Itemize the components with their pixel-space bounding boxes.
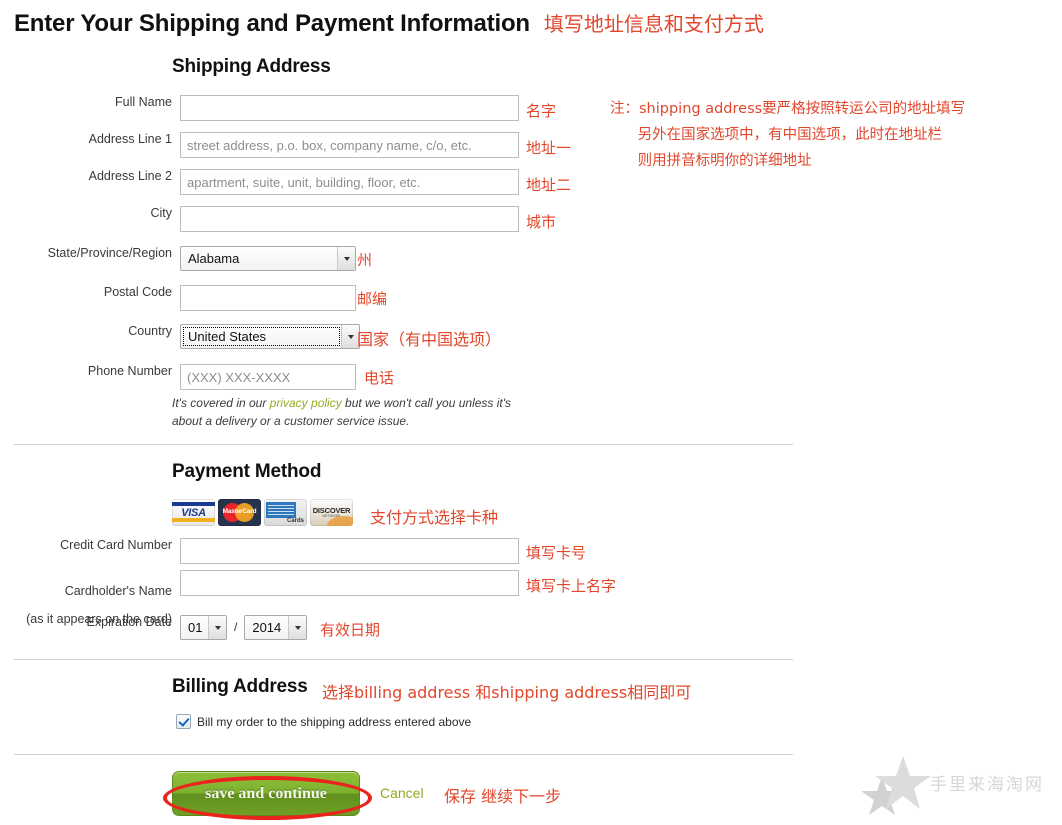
country-annotation: 国家（有中国选项） [357, 330, 502, 349]
privacy-help-text: It's covered in our privacy policy but w… [172, 394, 532, 430]
page-title-annotation: 填写地址信息和支付方式 [543, 12, 764, 36]
form-row-state: State/Province/Region Alabama [14, 246, 356, 271]
city-annotation: 城市 [526, 213, 557, 231]
address-line-1-annotation: 地址一 [526, 139, 572, 157]
address-line-1-input[interactable] [180, 132, 519, 158]
form-row-phone: Phone Number [14, 364, 356, 390]
accepted-cards: VISA MasterCard Cards DISCOVER NETWORK [172, 499, 353, 526]
postal-code-input[interactable] [180, 285, 356, 311]
expiration-date-label: Expiration Date [86, 615, 172, 629]
chevron-down-icon [337, 247, 355, 270]
section-divider-payment [14, 659, 793, 660]
form-row-city: City [14, 206, 519, 232]
section-divider-shipping [14, 444, 793, 445]
footer-annotation: 保存 继续下一步 [444, 787, 562, 806]
address-line-1-label: Address Line 1 [88, 132, 172, 146]
expiration-date-annotation: 有效日期 [320, 621, 381, 639]
country-select[interactable]: United States [180, 324, 360, 349]
phone-number-annotation: 电话 [364, 369, 395, 387]
card-number-annotation: 填写卡号 [526, 544, 587, 562]
postal-code-label: Postal Code [103, 285, 172, 299]
expiration-year-value: 2014 [252, 620, 282, 635]
cardholder-name-input[interactable] [180, 570, 519, 596]
page-title: Enter Your Shipping and Payment Informat… [14, 10, 530, 37]
mastercard-card-icon: MasterCard [218, 499, 261, 526]
chevron-down-icon [208, 616, 226, 639]
address-line-2-input[interactable] [180, 169, 519, 195]
billing-same-as-shipping-label: Bill my order to the shipping address en… [197, 714, 472, 729]
full-name-input[interactable] [180, 95, 519, 121]
privacy-policy-link[interactable]: privacy policy [270, 396, 342, 410]
page-header: Enter Your Shipping and Payment Informat… [14, 8, 764, 38]
cards-annotation: 支付方式选择卡种 [370, 508, 499, 527]
shipping-address-heading: Shipping Address [172, 56, 331, 77]
stars-icon [862, 756, 931, 815]
form-row-full-name: Full Name [14, 95, 519, 121]
postal-code-annotation: 邮编 [357, 290, 388, 308]
billing-same-as-shipping-row[interactable]: Bill my order to the shipping address en… [176, 714, 471, 729]
chevron-down-icon [288, 616, 307, 639]
credit-card-number-label: Credit Card Number [60, 538, 172, 552]
full-name-annotation: 名字 [526, 102, 557, 120]
shipping-side-note: 注：shipping address要严格按照转运公司的地址填写 另外在国家选项… [610, 101, 966, 169]
mastercard-card-label: MasterCard [222, 508, 257, 515]
cancel-link[interactable]: Cancel [380, 785, 424, 801]
state-select[interactable]: Alabama [180, 246, 356, 271]
expiration-month-value: 01 [188, 620, 203, 635]
billing-address-heading: Billing Address [172, 676, 308, 697]
watermark-text: 手里来海淘网 [930, 775, 1044, 795]
form-row-address-2: Address Line 2 [14, 169, 519, 195]
cardholder-name-label-line1: Cardholder's Name [64, 584, 172, 598]
form-row-postal-code: Postal Code [14, 285, 356, 311]
save-button-wrap: save and continue [163, 771, 372, 820]
form-row-country: Country United States [14, 324, 360, 349]
cardholder-name-annotation: 填写卡上名字 [526, 577, 617, 595]
form-row-card-number: Credit Card Number [14, 538, 519, 564]
state-annotation: 州 [357, 251, 373, 269]
section-divider-billing [14, 754, 793, 755]
visa-card-icon: VISA [172, 499, 215, 526]
expiration-month-select[interactable]: 01 [180, 615, 227, 640]
phone-number-label: Phone Number [87, 364, 172, 378]
expiration-separator: / [234, 620, 238, 634]
address-line-2-label: Address Line 2 [88, 169, 172, 183]
state-label: State/Province/Region [47, 246, 172, 260]
american-express-card-icon: Cards [264, 499, 307, 526]
country-select-value: United States [188, 329, 267, 344]
form-row-expiration-date: Expiration Date 01 / 2014 [14, 615, 308, 640]
discover-card-icon: DISCOVER NETWORK [310, 499, 353, 526]
city-label: City [150, 206, 172, 220]
form-row-address-1: Address Line 1 [14, 132, 519, 158]
payment-method-heading: Payment Method [172, 461, 322, 482]
site-watermark: 手里来海淘网 [862, 754, 1062, 816]
billing-same-as-shipping-checkbox[interactable] [176, 714, 191, 729]
address-line-2-annotation: 地址二 [526, 176, 572, 194]
state-select-value: Alabama [188, 251, 240, 266]
save-and-continue-button[interactable]: save and continue [172, 771, 360, 816]
country-label: Country [128, 324, 172, 338]
billing-annotation: 选择billing address 和shipping address相同即可 [322, 683, 692, 702]
credit-card-number-input[interactable] [180, 538, 519, 564]
city-input[interactable] [180, 206, 519, 232]
privacy-text-before: It's covered in our [172, 396, 270, 410]
expiration-year-select[interactable]: 2014 [244, 615, 308, 640]
phone-number-input[interactable] [180, 364, 356, 390]
full-name-label: Full Name [115, 95, 172, 109]
